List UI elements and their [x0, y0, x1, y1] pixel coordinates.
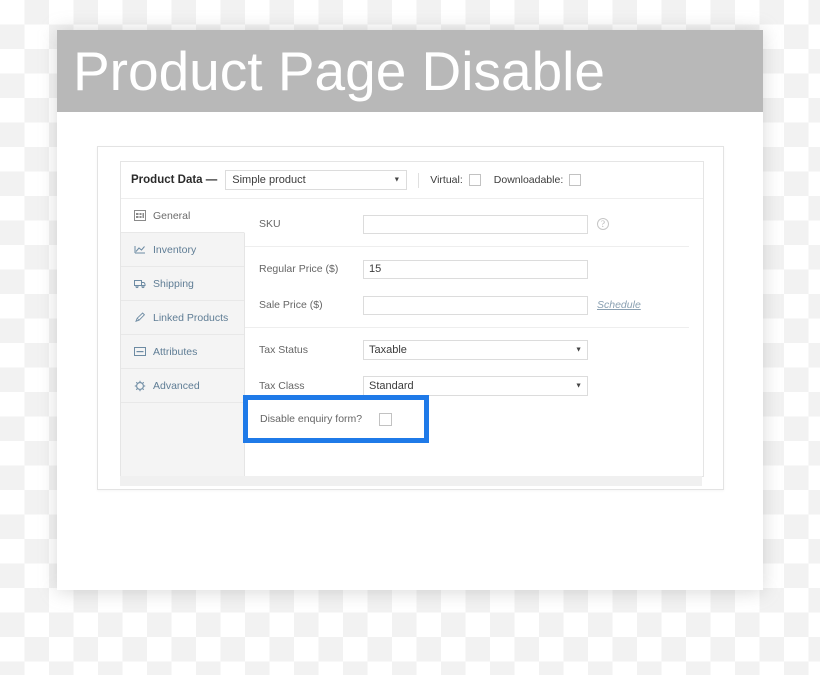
fields-top-spacer	[245, 199, 703, 206]
field-divider-1	[245, 246, 689, 247]
chart-icon	[133, 243, 146, 256]
tax-status-select[interactable]: Taxable ▼	[363, 340, 588, 360]
link-pencil-icon	[133, 311, 146, 324]
product-data-panel: Product Data — Simple product ▼ Virtual:…	[120, 161, 704, 477]
panel-body: General Inventory Shipping Linked Produc…	[121, 199, 703, 476]
panel-footer-strip	[120, 476, 702, 486]
tab-general[interactable]: General	[121, 199, 245, 233]
panel-header: Product Data — Simple product ▼ Virtual:…	[121, 162, 703, 199]
gear-icon	[133, 379, 146, 392]
sku-input[interactable]	[363, 214, 588, 234]
sale-price-label: Sale Price ($)	[259, 299, 323, 311]
general-fields: SKU ? Regular Price ($) 15 Sale Price ($…	[243, 199, 703, 476]
field-row-sale-price: Sale Price ($) Schedule	[245, 287, 703, 323]
tab-general-label: General	[153, 209, 191, 222]
list-box-icon	[133, 345, 146, 358]
downloadable-checkbox[interactable]	[569, 174, 582, 186]
tax-class-select[interactable]: Standard ▼	[363, 376, 588, 396]
tab-advanced[interactable]: Advanced	[121, 369, 244, 403]
field-divider-2	[245, 327, 689, 328]
tab-linked-products[interactable]: Linked Products	[121, 301, 244, 335]
tab-attributes-label: Attributes	[153, 345, 198, 358]
product-data-tabs: General Inventory Shipping Linked Produc…	[121, 199, 245, 476]
chevron-down-icon: ▼	[575, 382, 582, 390]
tab-attributes[interactable]: Attributes	[121, 335, 244, 369]
tab-inventory[interactable]: Inventory	[121, 233, 244, 267]
product-data-card: Product Data — Simple product ▼ Virtual:…	[97, 146, 724, 490]
truck-icon	[133, 277, 146, 290]
sku-label: SKU	[259, 218, 281, 230]
tab-linked-products-label: Linked Products	[153, 311, 229, 324]
product-type-select[interactable]: Simple product ▼	[225, 170, 408, 190]
downloadable-checkbox-group[interactable]: Downloadable:	[493, 174, 582, 186]
tab-shipping-label: Shipping	[153, 277, 194, 290]
header-divider	[418, 172, 420, 188]
field-row-regular-price: Regular Price ($) 15	[245, 251, 703, 287]
sale-price-input[interactable]	[363, 295, 588, 315]
page-title: Product Page Disable	[73, 40, 605, 102]
disable-enquiry-form-checkbox[interactable]	[379, 412, 393, 426]
help-icon[interactable]: ?	[597, 218, 609, 230]
tax-class-value: Standard	[369, 380, 414, 392]
virtual-checkbox[interactable]	[468, 174, 481, 186]
screenshot-root: Product Page Disable Product Data — Simp…	[0, 0, 820, 675]
downloadable-label: Downloadable:	[493, 174, 564, 186]
tab-advanced-label: Advanced	[153, 379, 200, 392]
field-row-sku: SKU ?	[245, 206, 703, 242]
title-banner: Product Page Disable	[57, 30, 763, 112]
chevron-down-icon: ▼	[575, 346, 582, 354]
product-type-value: Simple product	[232, 174, 306, 186]
virtual-label: Virtual:	[430, 174, 463, 186]
regular-price-label: Regular Price ($)	[259, 263, 339, 275]
schedule-link[interactable]: Schedule	[597, 299, 641, 311]
field-row-tax-status: Tax Status Taxable ▼	[245, 332, 703, 368]
app-window: Product Page Disable Product Data — Simp…	[57, 30, 763, 590]
tax-status-value: Taxable	[369, 344, 407, 356]
tab-inventory-label: Inventory	[153, 243, 197, 256]
tab-shipping[interactable]: Shipping	[121, 267, 244, 301]
virtual-checkbox-group[interactable]: Virtual:	[430, 174, 481, 186]
regular-price-input[interactable]: 15	[363, 259, 588, 279]
disable-enquiry-form-label: Disable enquiry form?	[260, 413, 363, 425]
chevron-down-icon: ▼	[393, 176, 401, 184]
panel-header-title: Product Data —	[131, 174, 218, 186]
tax-status-label: Tax Status	[259, 344, 309, 356]
tax-class-label: Tax Class	[259, 380, 305, 392]
table-icon	[133, 209, 146, 222]
disable-enquiry-form-highlight: Disable enquiry form?	[243, 395, 429, 443]
